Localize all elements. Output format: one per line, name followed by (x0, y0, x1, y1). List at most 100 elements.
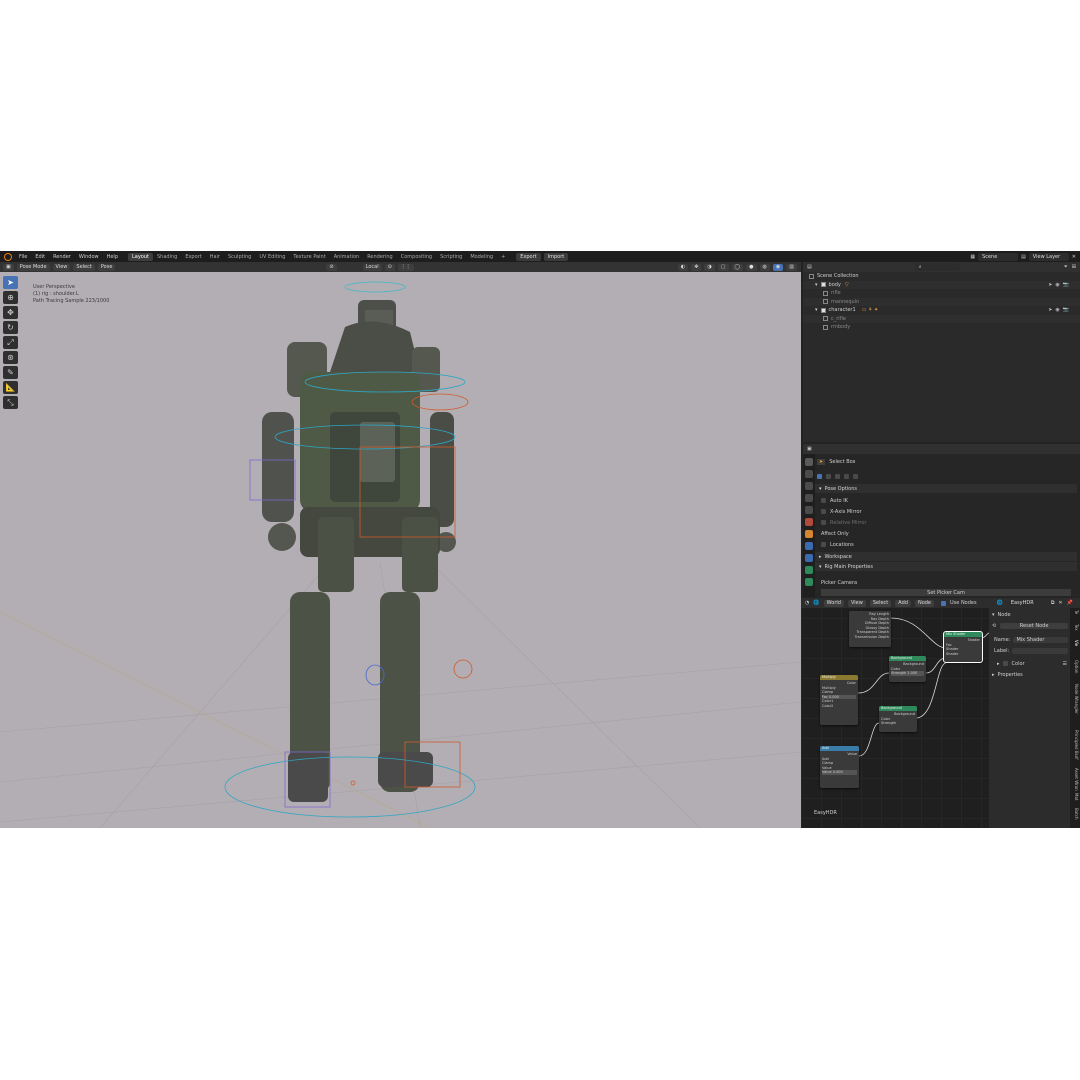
workspace-tab-compositing[interactable]: Compositing (397, 253, 436, 261)
menu-edit[interactable]: Edit (31, 254, 49, 260)
outliner-row-character1[interactable]: ▾ character1 ▭ ⚘ ✦ ➤◉📷 (803, 306, 1080, 315)
multiply-node[interactable]: Multiply Color Multiply Clamp Fac 0.000 … (820, 675, 858, 725)
world-tab-icon[interactable] (805, 518, 813, 526)
viewport-menu-view[interactable]: View (52, 263, 71, 271)
mix-shader-node[interactable]: Mix Shader Shader Fac Shader Shader (943, 631, 983, 663)
sidebar-tab-batch[interactable]: Batch (1071, 808, 1079, 820)
color-section[interactable]: ▸ Color ☰ (997, 659, 1067, 668)
node-name-field[interactable]: Mix Shader (1013, 636, 1068, 643)
expand-arrow-icon[interactable]: ▾ (815, 307, 818, 313)
shading-rendered-icon[interactable]: ◉ (772, 263, 784, 271)
workspace-tab-modeling[interactable]: Modeling (466, 253, 497, 261)
node-menu-add[interactable]: Add (895, 599, 911, 607)
workspace-tab-shading[interactable]: Shading (153, 253, 181, 261)
export-button[interactable]: Export (516, 252, 541, 261)
constraint-tab-icon[interactable] (805, 554, 813, 562)
sidebar-tab-node-wrangler[interactable]: Node Wrangler (1071, 684, 1079, 714)
annotate-tool-icon[interactable]: ✎ (3, 366, 18, 379)
sidebar-tab-principled-bsdf[interactable]: Principled Bsdf (1071, 730, 1079, 760)
scale-tool-icon[interactable]: ⤢ (3, 336, 18, 349)
mode-invert-icon[interactable] (844, 474, 849, 479)
set-picker-cam-button[interactable]: Set Picker Cam (821, 589, 1071, 596)
outliner-row-rifle[interactable]: rifle (803, 289, 1080, 298)
active-tool-row[interactable]: ➤ Select Box (817, 457, 856, 466)
auto-ik-checkbox[interactable]: Auto IK (821, 496, 848, 505)
checkbox-icon[interactable] (823, 290, 828, 296)
outliner-editor-icon[interactable]: ▤ (807, 264, 812, 270)
move-tool-icon[interactable]: ✥ (3, 306, 18, 319)
blender-logo-icon[interactable] (4, 252, 12, 261)
checkbox-icon[interactable] (823, 324, 828, 330)
rig-main-properties-section[interactable]: ▾ Rig Main Properties (815, 562, 1077, 571)
modifier-tab-icon[interactable] (805, 542, 813, 550)
sidebar-tab-mat[interactable]: Mat (1071, 793, 1079, 800)
menu-window[interactable]: Window (75, 254, 103, 260)
x-axis-mirror-checkbox[interactable]: X-Axis Mirror (821, 507, 862, 516)
bone-tab-icon[interactable] (805, 578, 813, 586)
checkbox-icon[interactable] (823, 316, 828, 322)
sidebar-tab-option[interactable]: Option (1071, 660, 1079, 673)
rotate-tool-icon[interactable]: ↻ (3, 321, 18, 334)
node-label-field[interactable] (1012, 647, 1068, 654)
mode-extend-icon[interactable] (826, 474, 831, 479)
properties-section-header[interactable]: ▸ Properties (992, 670, 1023, 679)
new-collection-icon[interactable]: ⊞ (1072, 264, 1076, 270)
output-tab-icon[interactable] (805, 482, 813, 490)
render-tab-icon[interactable] (805, 470, 813, 478)
workspace-tab-animation[interactable]: Animation (330, 253, 364, 261)
checkbox-icon[interactable] (823, 299, 828, 305)
close-view-layer-icon[interactable]: ✕ (1072, 254, 1076, 260)
data-tab-icon[interactable] (805, 566, 813, 574)
node-section-header[interactable]: ▾ Node (992, 610, 1011, 619)
node-editor-type-icon[interactable]: ◔ (805, 600, 809, 606)
sidebar-tab-asset-wrangler[interactable]: Asset Wran (1071, 768, 1079, 791)
properties-editor-icon[interactable]: ▣ (807, 446, 812, 452)
workspace-tab-sculpting[interactable]: Sculpting (224, 253, 255, 261)
workspace-tab-layout[interactable]: Layout (128, 252, 153, 261)
locations-checkbox[interactable]: Locations (821, 540, 854, 549)
use-color-checkbox[interactable] (1002, 661, 1008, 666)
outliner-search-input[interactable]: ⌕ (914, 263, 960, 271)
scene-collection-row[interactable]: Scene Collection (803, 272, 1080, 281)
3d-viewport[interactable]: ▣ Pose Mode View Select Pose ⊘ Local ⊙ ⋮… (0, 262, 801, 828)
expand-arrow-icon[interactable]: ▾ (815, 282, 818, 288)
scene-field[interactable]: Scene (978, 252, 1019, 261)
workspace-tab-hair[interactable]: Hair (206, 253, 224, 261)
copy-icon[interactable]: ⧉ (1051, 600, 1055, 606)
node-canvas[interactable]: Ray Length Ray Depth Diffuse Depth Gloss… (801, 598, 989, 828)
light-path-node[interactable]: Ray Length Ray Depth Diffuse Depth Gloss… (849, 611, 891, 647)
world-name-field[interactable]: EasyHDR (1006, 599, 1047, 607)
node-menu-node[interactable]: Node (914, 599, 935, 607)
shading-wire-icon[interactable]: ◯ (731, 263, 744, 271)
menu-file[interactable]: File (15, 254, 31, 260)
background-node-2[interactable]: Background Background Color Strength (879, 706, 917, 732)
sidebar-tab-te[interactable]: Te (1071, 610, 1079, 614)
viewport-menu-select[interactable]: Select (73, 263, 95, 271)
import-button[interactable]: Import (543, 252, 569, 261)
visibility-toggles[interactable]: ➤◉📷 (1048, 307, 1072, 313)
cursor-tool-icon[interactable]: ⊕ (3, 291, 18, 304)
menu-help[interactable]: Help (103, 254, 122, 260)
filter-icon[interactable]: ⏷ (1064, 264, 1068, 270)
visibility-toggles[interactable]: ➤◉📷 (1048, 282, 1072, 288)
tool-tab-icon[interactable] (805, 458, 813, 466)
menu-render[interactable]: Render (49, 254, 75, 260)
select-tool-icon[interactable]: ➤ (3, 276, 18, 289)
workspace-tab-rendering[interactable]: Rendering (363, 253, 397, 261)
sidebar-tab-view[interactable]: Vie (1071, 640, 1079, 646)
outliner-row-rmbody[interactable]: rmbody (803, 323, 1080, 332)
sidebar-tab-tex[interactable]: Tex (1071, 624, 1079, 631)
reset-node-button[interactable]: Reset Node (1000, 622, 1068, 629)
node-menu-select[interactable]: Select (869, 599, 892, 607)
measure-tool-icon[interactable]: 📐 (3, 381, 18, 394)
use-nodes-checkbox[interactable] (941, 600, 947, 606)
outliner-row-body[interactable]: ▾ body ▽ ➤◉📷 (803, 280, 1080, 289)
math-add-node[interactable]: Add Value Add Clamp Value Value 0.000 (820, 746, 859, 788)
editor-type-icon[interactable]: ▣ (3, 263, 14, 271)
workspace-tab-uv-editing[interactable]: UV Editing (255, 253, 289, 261)
snap-icon[interactable]: ⋮⋮ (397, 263, 414, 271)
xray-icon[interactable]: ▢ (717, 263, 729, 271)
workspace-section[interactable]: ▸ Workspace (815, 552, 1077, 561)
shader-type-select[interactable]: World (823, 599, 844, 607)
checkbox-icon[interactable] (820, 307, 826, 313)
